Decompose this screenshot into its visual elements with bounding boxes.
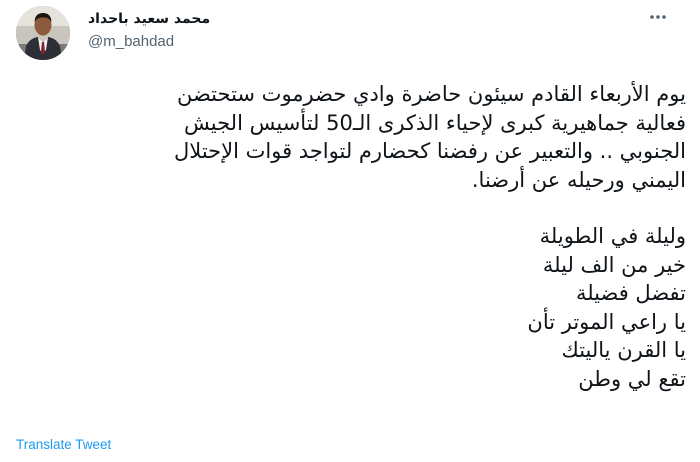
more-horizontal-icon[interactable] — [648, 12, 668, 22]
author-handle[interactable]: @m_bahdad — [88, 32, 210, 52]
tweet-line: يوم الأربعاء القادم سيئون حاضرة وادي حضر… — [176, 82, 686, 106]
tweet-line: اليمني ورحيله عن أرضنا. — [471, 167, 686, 192]
tweet-line: تقع لي وطن — [578, 366, 686, 391]
tweet-line: وليلة في الطويلة — [539, 224, 686, 248]
tweet-line: يا راعي الموتر تأن — [527, 309, 686, 334]
translate-tweet-link[interactable]: Translate Tweet — [16, 437, 111, 452]
user-avatar-photo-icon — [16, 6, 70, 60]
tweet-line: خير من الف ليلة — [542, 252, 686, 277]
tweet-line: تفضل فضيلة — [575, 281, 686, 305]
tweet-paragraph-2: وليلة في الطويلة خير من الف ليلة تفضل فض… — [16, 222, 686, 393]
tweet-text: يوم الأربعاء القادم سيئون حاضرة وادي حضر… — [16, 80, 686, 393]
tweet-header: محمد سعيد باحداد @m_bahdad — [14, 6, 690, 62]
author-avatar[interactable] — [16, 6, 70, 60]
tweet-line: الجنوبي .. والتعبير عن رفضنا كحضارم لتوا… — [174, 139, 686, 163]
tweet-card: محمد سعيد باحداد @m_bahdad يوم الأربعاء … — [0, 0, 700, 462]
author-display-name[interactable]: محمد سعيد باحداد — [88, 10, 210, 28]
tweet-line: فعالية جماهيرية كبرى لإحياء الذكرى الـ50… — [184, 110, 686, 135]
tweet-paragraph-1: يوم الأربعاء القادم سيئون حاضرة وادي حضر… — [16, 80, 686, 194]
tweet-line: يا القرن ياليتك — [561, 338, 686, 362]
author-info: محمد سعيد باحداد @m_bahdad — [88, 10, 210, 52]
